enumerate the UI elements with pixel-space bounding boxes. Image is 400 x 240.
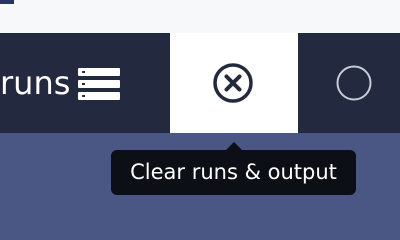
clear-runs-button[interactable]	[170, 33, 298, 133]
close-circle-icon	[213, 63, 253, 103]
list-icon	[78, 68, 120, 100]
tooltip: Clear runs & output	[111, 150, 356, 195]
status-indicator	[298, 33, 400, 133]
tooltip-arrow	[226, 142, 242, 150]
toolbar: runs	[0, 33, 400, 133]
runs-button[interactable]: runs	[0, 33, 170, 133]
runs-label: runs	[0, 64, 71, 102]
top-accent	[0, 0, 14, 4]
circle-outline-icon	[336, 65, 372, 101]
top-strip	[0, 0, 400, 34]
